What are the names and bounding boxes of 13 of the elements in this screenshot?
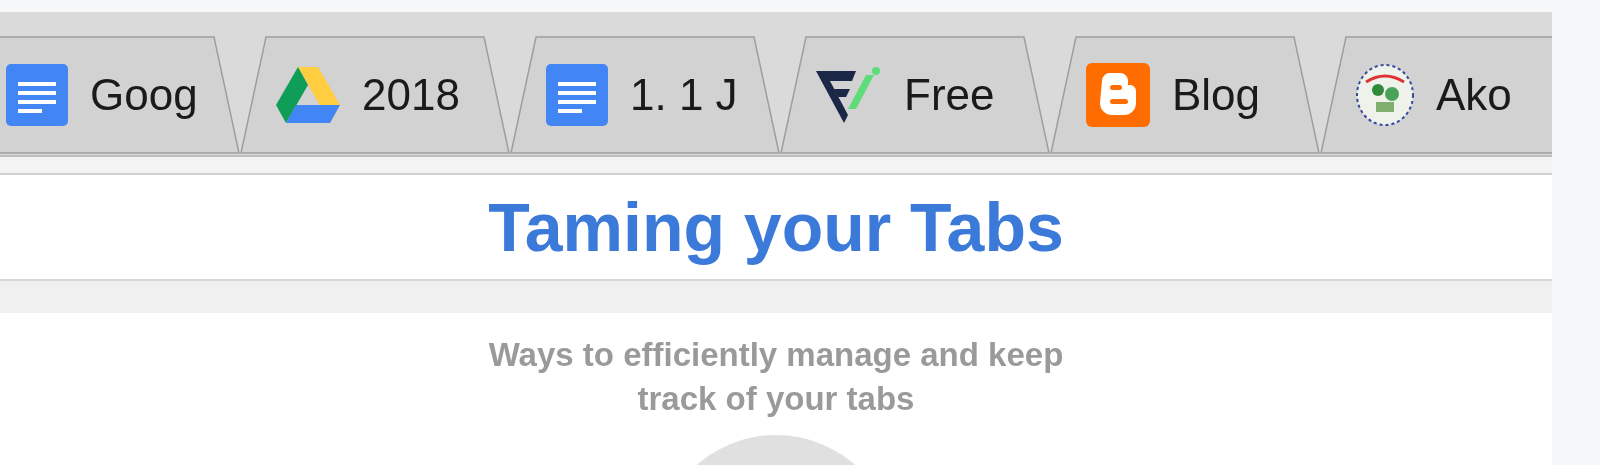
browser-tab[interactable]: Blog: [1050, 36, 1320, 154]
browser-tab[interactable]: Ako: [1320, 36, 1552, 154]
document-icon: [546, 64, 608, 126]
blogger-icon: [1086, 63, 1150, 127]
browser-tab[interactable]: 2018: [240, 36, 510, 154]
browser-tab[interactable]: 1. 1 J: [510, 36, 780, 154]
document-icon: [6, 64, 68, 126]
subtitle: Ways to efficiently manage and keep track of your tabs: [487, 335, 1065, 419]
triangle-icon: [276, 67, 340, 123]
browser-tab[interactable]: Free: [780, 36, 1050, 154]
seal-icon: [1356, 64, 1414, 126]
logo-icon: [816, 67, 882, 123]
browser-tab[interactable]: Goog: [0, 36, 240, 154]
